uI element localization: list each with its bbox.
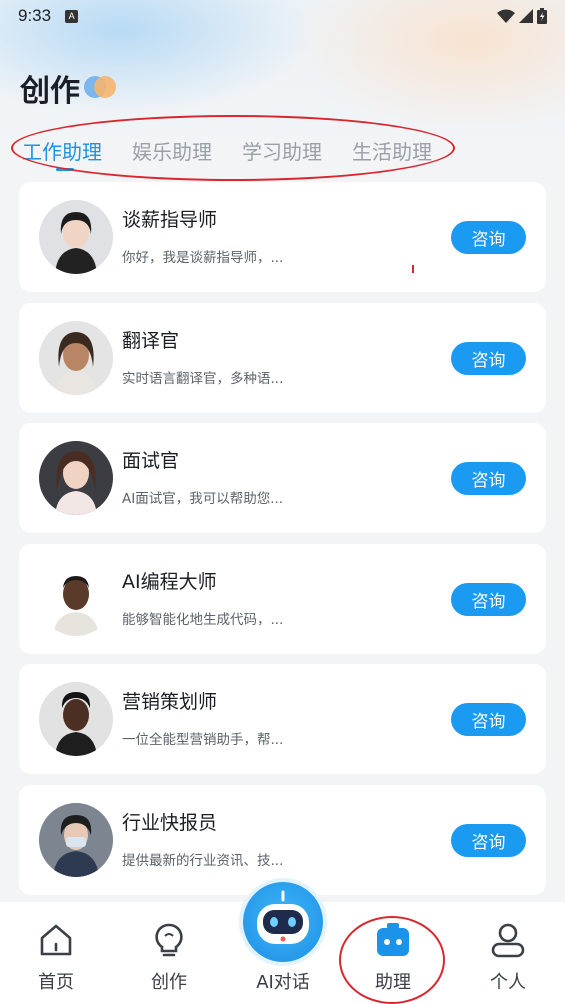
nav-create[interactable]: 创作 [124, 902, 214, 1004]
status-badge: A [65, 9, 79, 23]
signal-icon [519, 9, 533, 23]
tabs-annotation-circle [11, 115, 455, 181]
home-icon [40, 924, 72, 956]
nav-label: 首页 [38, 972, 74, 993]
assistant-card[interactable]: 面试官 AI面试官，我可以帮助您... 咨询 [19, 423, 546, 533]
status-time: 9:33 [18, 6, 52, 25]
avatar [39, 682, 113, 756]
assistant-desc: AI面试官，我可以帮助您... [122, 491, 284, 507]
annotation-mark [412, 265, 414, 273]
assistant-desc: 实时语言翻译官，多种语... [122, 370, 284, 387]
consult-button[interactable]: 咨询 [451, 823, 526, 857]
user-icon [491, 923, 525, 958]
assistant-name: 面试官 [122, 450, 180, 472]
avatar [39, 320, 113, 395]
assistant-card[interactable]: 谈薪指导师 你好，我是谈薪指导师，... 咨询 [19, 182, 546, 292]
assistant-list: 谈薪指导师 你好，我是谈薪指导师，... 咨询 翻译官 实时语言翻译官，多种语.… [19, 182, 546, 905]
nav-profile[interactable]: 个人 [463, 902, 553, 1004]
assistant-name: 谈薪指导师 [122, 209, 218, 231]
assistant-name: AI编程大师 [122, 570, 217, 593]
assistant-desc: 能够智能化地生成代码，... [122, 611, 284, 628]
avatar [39, 441, 113, 515]
title-logo-icon [84, 76, 118, 98]
assistant-desc: 提供最新的行业资讯、技... [122, 852, 284, 869]
assistant-name: 营销策划师 [122, 691, 218, 713]
nav-ai-chat-label[interactable]: AI对话 [238, 968, 328, 994]
consult-button[interactable]: 咨询 [451, 462, 526, 495]
avatar [39, 802, 113, 877]
consult-button[interactable]: 咨询 [451, 221, 526, 254]
robot-icon [257, 890, 309, 944]
assistant-card[interactable]: 行业快报员 提供最新的行业资讯、技... 咨询 [19, 784, 546, 895]
nav-annotation-circle [339, 916, 445, 1004]
assistant-name: 翻译官 [122, 329, 180, 352]
assistant-card[interactable]: 翻译官 实时语言翻译官，多种语... 咨询 [19, 302, 546, 413]
assistant-desc: 你好，我是谈薪指导师，... [122, 250, 284, 266]
avatar [39, 561, 113, 636]
consult-button[interactable]: 咨询 [451, 582, 526, 616]
ai-chat-button[interactable] [243, 882, 323, 962]
nav-label: 个人 [490, 972, 526, 993]
avatar [39, 200, 113, 274]
page-title: 创作 [20, 74, 80, 109]
consult-button[interactable]: 咨询 [451, 703, 526, 736]
wifi-icon [497, 9, 515, 23]
status-bar: 9:33 A [0, 0, 565, 32]
battery-icon [537, 8, 547, 24]
lightbulb-icon [155, 923, 183, 957]
assistant-desc: 一位全能型营销助手，帮... [122, 732, 284, 748]
consult-button[interactable]: 咨询 [451, 341, 526, 375]
assistant-name: 行业快报员 [122, 811, 218, 834]
assistant-card[interactable]: 营销策划师 一位全能型营销助手，帮... 咨询 [19, 664, 546, 774]
nav-label: 创作 [151, 972, 187, 993]
nav-home[interactable]: 首页 [11, 902, 101, 1004]
assistant-card[interactable]: AI编程大师 能够智能化地生成代码，... 咨询 [19, 543, 546, 654]
